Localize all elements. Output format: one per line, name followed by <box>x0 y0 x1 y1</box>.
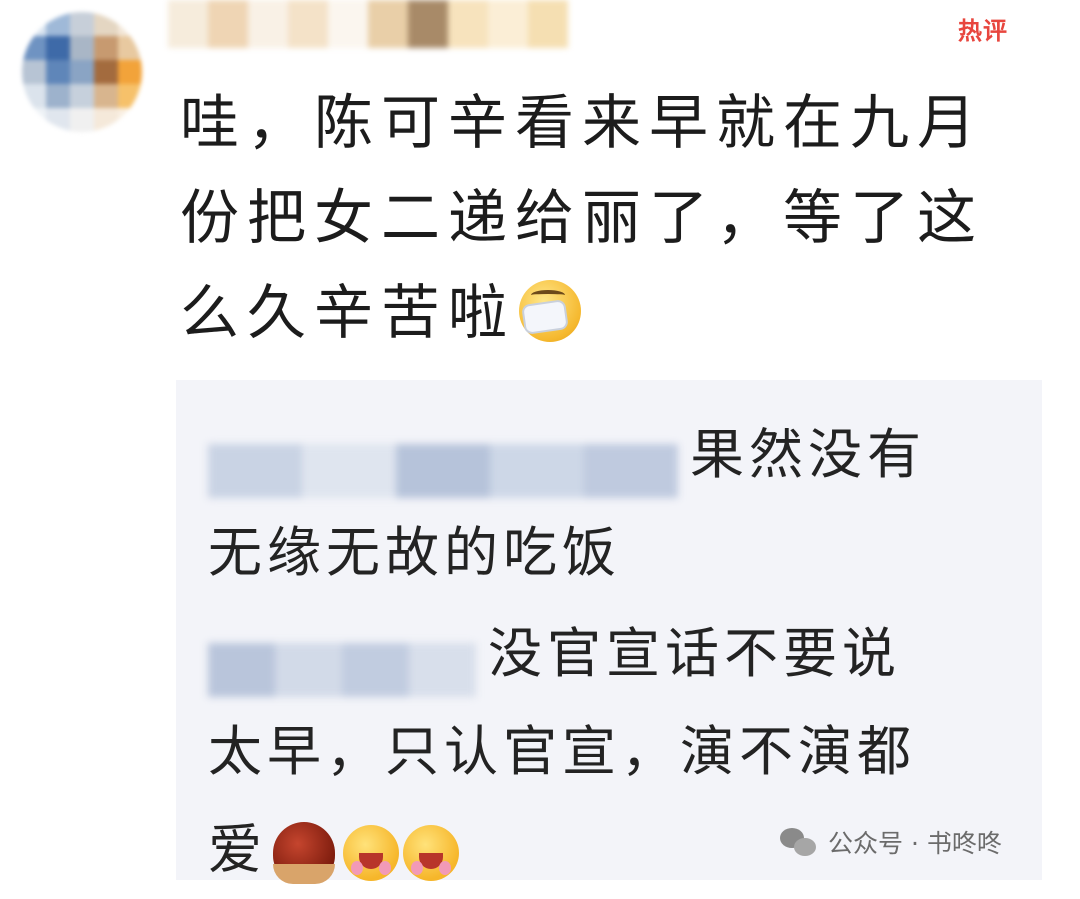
username-redacted[interactable] <box>168 0 568 48</box>
watermark: 公众号 · 书咚咚 <box>780 822 1002 862</box>
reply-text-line2: 无缘无故的吃饭 <box>208 521 621 584</box>
mask-face-emoji-icon <box>519 279 582 342</box>
user-avatar[interactable] <box>22 12 142 132</box>
reply-item[interactable]: 果然没有 无缘无故的吃饭 <box>208 406 1008 602</box>
comment-body: 哇，陈可辛看来早就在九月份把女二递给丽了，等了这么久辛苦啦 <box>180 75 1000 360</box>
hot-comment-badge: 热评 <box>958 17 1008 45</box>
reply-text-line2: 太早，只认官宣，演不演都 <box>208 720 916 783</box>
reply-username-redacted[interactable] <box>208 431 678 499</box>
comment-text: 哇，陈可辛看来早就在九月份把女二递给丽了，等了这么久辛苦啦 <box>180 88 985 347</box>
laugh-emoji-icon <box>403 825 459 882</box>
reply-text-line1: 没官宣话不要说 <box>488 622 901 685</box>
reply-text-line3: 爱 <box>208 818 267 881</box>
watermark-label: 公众号 · 书咚咚 <box>828 829 1002 858</box>
reply-text-line1: 果然没有 <box>690 423 926 486</box>
laugh-emoji-icon <box>343 825 399 882</box>
wechat-icon <box>780 826 818 858</box>
chestnut-emoji-icon <box>273 822 335 885</box>
reply-username-redacted[interactable] <box>208 630 476 698</box>
